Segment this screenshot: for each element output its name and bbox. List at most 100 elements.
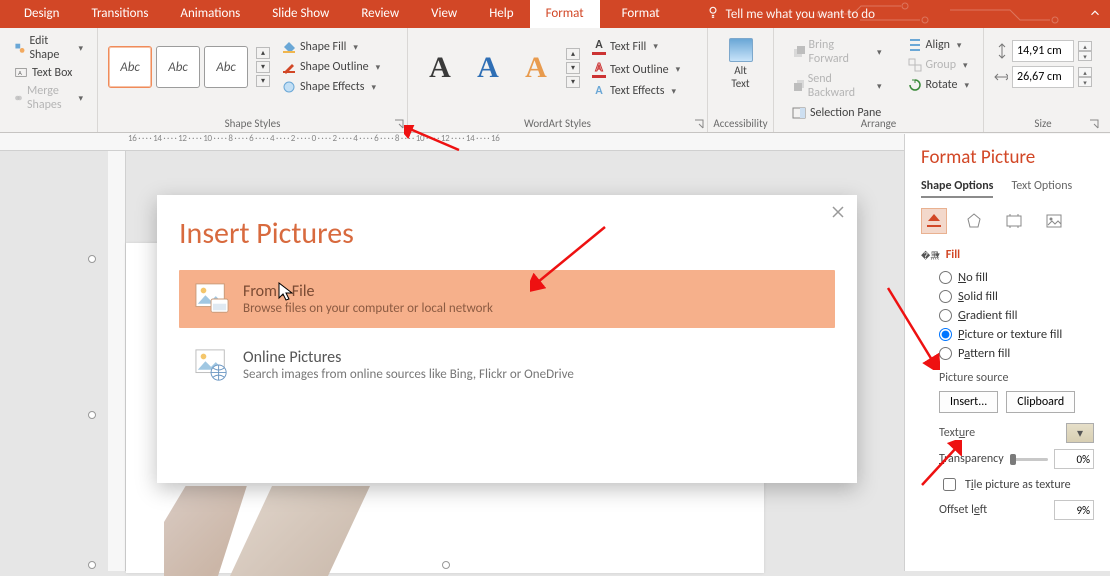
bring-forward-label: Bring Forward	[809, 38, 870, 66]
align-label: Align	[926, 38, 950, 52]
fill-section-header[interactable]: �黑 ▾ Fill	[921, 248, 1094, 262]
shape-style-gallery-spinner[interactable]: ▴ ▾ ▾	[256, 47, 270, 87]
align-icon	[908, 38, 922, 52]
wordart-preset-3[interactable]: A	[514, 46, 558, 90]
align-button[interactable]: Align	[904, 36, 974, 54]
clipboard-button[interactable]: Clipboard	[1006, 391, 1075, 413]
tab-review[interactable]: Review	[345, 0, 415, 28]
tab-format-shape[interactable]: Format	[606, 0, 676, 28]
tab-format-picture[interactable]: Format	[530, 0, 600, 28]
tab-help[interactable]: Help	[473, 0, 529, 28]
no-fill-radio[interactable]: NNo fillo fill	[939, 270, 1094, 285]
wordart-gallery-spinner[interactable]: ▴ ▾ ▾	[566, 48, 580, 88]
shape-fill-button[interactable]: Shape Fill	[278, 38, 384, 56]
text-options-tab[interactable]: Text Options	[1011, 179, 1072, 198]
picture-category-icon[interactable]	[1041, 208, 1067, 234]
online-pictures-subtitle: Search images from online sources like B…	[243, 367, 574, 382]
tab-slideshow[interactable]: Slide Show	[256, 0, 345, 28]
wordart-preset-2[interactable]: A	[466, 46, 510, 90]
shape-outline-button[interactable]: Shape Outline	[278, 58, 384, 76]
tab-animations[interactable]: Animations	[164, 0, 256, 28]
effects-category-icon[interactable]	[961, 208, 987, 234]
texture-label: Texture	[939, 426, 975, 440]
bucket-icon	[282, 40, 296, 54]
picture-texture-fill-radio[interactable]: Picture or texture fill	[939, 327, 1094, 342]
text-box-button[interactable]: A Text Box	[10, 64, 87, 82]
wordart-group-label: WordArt Styles	[408, 117, 707, 130]
width-input[interactable]	[1012, 66, 1074, 88]
size-launcher[interactable]	[1089, 119, 1099, 129]
texture-picker-button[interactable]: ▾	[1066, 423, 1094, 443]
text-outline-button[interactable]: A Text Outline	[588, 59, 684, 80]
edit-shape-icon	[14, 41, 25, 55]
close-icon	[831, 205, 845, 219]
wordart-preset-1[interactable]: A	[418, 46, 462, 90]
tab-view[interactable]: View	[415, 0, 473, 28]
dialog-title: Insert Pictures	[179, 215, 835, 252]
tab-design[interactable]: Design	[8, 0, 75, 28]
solid-fill-radio[interactable]: Solid fill	[939, 289, 1094, 304]
shape-effects-button[interactable]: Shape Effects	[278, 78, 384, 96]
text-fill-icon: A	[592, 38, 606, 55]
tell-me-label: Tell me what you want to do	[726, 7, 875, 22]
gradient-fill-radio[interactable]: Gradient fill	[939, 308, 1094, 323]
fill-section-label: Fill	[946, 248, 960, 262]
edit-shape-button[interactable]: Edit Shape	[10, 32, 87, 64]
selection-handle[interactable]	[442, 561, 450, 569]
selection-handle[interactable]	[88, 561, 96, 569]
insert-picture-button[interactable]: Insert...	[939, 391, 998, 413]
rotate-button[interactable]: Rotate	[904, 76, 974, 94]
height-input[interactable]	[1012, 40, 1074, 62]
text-box-label: Text Box	[32, 66, 72, 80]
tell-me-box[interactable]: Tell me what you want to do	[706, 5, 875, 23]
offset-left-value[interactable]	[1054, 500, 1094, 520]
transparency-label: Transparency	[939, 452, 1004, 466]
shape-style-preset-3[interactable]: Abc	[204, 46, 248, 88]
file-picture-icon	[195, 282, 229, 316]
shape-style-preset-2[interactable]: Abc	[156, 46, 200, 88]
text-outline-icon: A	[592, 61, 606, 78]
alt-text-button[interactable]: Alt Text	[729, 38, 753, 90]
rotate-label: Rotate	[926, 78, 958, 92]
height-spinner[interactable]: ▴▾	[1078, 41, 1092, 61]
fill-line-category-icon[interactable]	[921, 208, 947, 234]
ribbon-collapse-icon[interactable]	[1088, 6, 1102, 24]
send-backward-label: Send Backward	[808, 72, 870, 100]
group-label: Group	[926, 58, 957, 72]
height-icon	[994, 43, 1008, 59]
shape-fill-label: Shape Fill	[300, 40, 346, 54]
width-spinner[interactable]: ▴▾	[1078, 67, 1092, 87]
selection-handle[interactable]	[88, 255, 96, 263]
merge-shapes-icon	[14, 91, 23, 105]
tab-transitions[interactable]: Transitions	[75, 0, 164, 28]
group-icon	[908, 58, 922, 72]
shape-options-tab[interactable]: Shape Options	[921, 179, 993, 198]
insert-from-file-option[interactable]: From a File Browse files on your compute…	[179, 270, 835, 328]
transparency-slider[interactable]	[1010, 458, 1048, 461]
transparency-value[interactable]	[1054, 449, 1094, 469]
ribbon-tabs: Design Transitions Animations Slide Show…	[0, 0, 1110, 28]
group-wordart-styles: A A A ▴ ▾ ▾ A Text Fill A Text Outline A	[408, 28, 708, 132]
shape-effects-label: Shape Effects	[300, 80, 365, 94]
text-effects-button[interactable]: A Text Effects	[588, 82, 684, 100]
wordart-launcher[interactable]	[694, 119, 704, 129]
accessibility-group-label: Accessibility	[708, 117, 773, 130]
pattern-fill-radio[interactable]: Pattern fill	[939, 346, 1094, 361]
send-backward-button: Send Backward	[788, 70, 886, 102]
text-effects-icon: A	[592, 84, 606, 98]
tile-checkbox[interactable]: Tile picture as texture	[939, 475, 1094, 494]
lightbulb-icon	[706, 5, 720, 23]
size-properties-category-icon[interactable]	[1001, 208, 1027, 234]
text-fill-button[interactable]: A Text Fill	[588, 36, 684, 57]
from-file-title: From a File	[243, 282, 493, 301]
insert-online-pictures-option[interactable]: Online Pictures Search images from onlin…	[179, 336, 835, 394]
online-picture-icon	[195, 348, 229, 382]
dialog-close-button[interactable]	[831, 205, 845, 224]
pen-icon	[282, 60, 296, 74]
shape-style-preset-1[interactable]: Abc	[108, 46, 152, 88]
send-backward-icon	[792, 79, 804, 93]
shape-styles-launcher[interactable]	[394, 119, 404, 129]
shape-outline-label: Shape Outline	[300, 60, 369, 74]
selection-handle[interactable]	[88, 411, 96, 419]
alt-text-label-2: Text	[731, 77, 749, 90]
